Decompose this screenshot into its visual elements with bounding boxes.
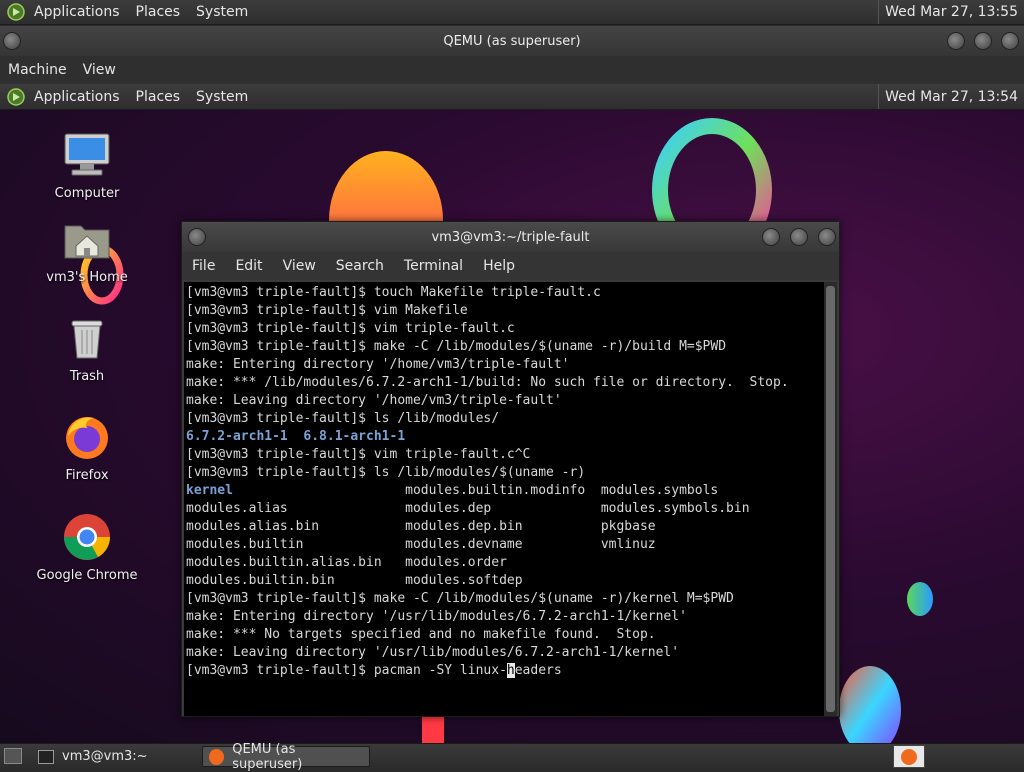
terminal-menu-terminal[interactable]: Terminal [394, 258, 473, 274]
terminal-line: kernel modules.builtin.modinfo modules.s… [186, 483, 719, 498]
terminal-line: [vm3@vm3 triple-fault]$ vim Makefile [186, 303, 468, 318]
desktop-icon-label: vm3's Home [46, 270, 128, 285]
desktop-icon-home[interactable]: vm3's Home [32, 214, 142, 285]
close-button[interactable] [818, 228, 836, 246]
close-button[interactable] [1001, 32, 1019, 50]
desktop-icon-label: Firefox [65, 468, 109, 483]
qemu-menu-machine[interactable]: Machine [0, 62, 75, 78]
taskbar-item-label: QEMU (as superuser) [232, 741, 303, 772]
terminal-line: [vm3@vm3 triple-fault]$ make -C /lib/mod… [186, 339, 727, 354]
terminal-menu-edit[interactable]: Edit [225, 258, 272, 274]
chrome-icon [62, 512, 112, 562]
terminal-line: [vm3@vm3 triple-fault]$ vim triple-fault… [186, 321, 515, 336]
terminal-prompt-line[interactable]: [vm3@vm3 triple-fault]$ pacman -SY linux… [186, 662, 825, 680]
qemu-menubar: Machine View [0, 56, 1024, 84]
terminal-icon [38, 749, 54, 764]
terminal-line: [vm3@vm3 triple-fault]$ touch Makefile t… [186, 285, 601, 300]
host-top-panel: Applications Places System Wed Mar 27, 1… [0, 0, 1024, 25]
terminal-title: vm3@vm3:~/triple-fault [431, 229, 590, 245]
terminal-line: modules.builtin.bin modules.softdep [186, 573, 523, 588]
directory-name: kernel [186, 483, 233, 498]
trash-icon [62, 313, 112, 363]
terminal-menu-view[interactable]: View [273, 258, 326, 274]
terminal-screen[interactable]: [vm3@vm3 triple-fault]$ touch Makefile t… [184, 282, 825, 716]
terminal-menu-search[interactable]: Search [326, 258, 394, 274]
computer-icon [62, 130, 112, 180]
qemu-menu-view[interactable]: View [75, 62, 124, 78]
qemu-icon [209, 748, 225, 765]
terminal-line: make: Leaving directory '/usr/lib/module… [186, 645, 680, 660]
terminal-line: 6.7.2-arch1-1 6.8.1-arch1-1 [186, 429, 406, 444]
qemu-titlebar[interactable]: QEMU (as superuser) [0, 26, 1024, 56]
taskbar-item-qemu[interactable]: QEMU (as superuser) [202, 742, 370, 772]
desktop-icon-computer[interactable]: Computer [32, 130, 142, 201]
guest-top-panel: Applications Places System Wed Mar 27, 1… [0, 84, 1024, 110]
minimize-button[interactable] [762, 228, 780, 246]
maximize-button[interactable] [974, 32, 992, 50]
guest-menu-system[interactable]: System [188, 89, 256, 105]
terminal-menubar: File Edit View Search Terminal Help [182, 252, 839, 280]
prompt-text: [vm3@vm3 triple-fault]$ pacman -SY linux… [186, 663, 507, 678]
host-menu-places[interactable]: Places [128, 4, 189, 20]
terminal-window[interactable]: vm3@vm3:~/triple-fault File Edit View Se… [181, 221, 840, 717]
terminal-titlebar[interactable]: vm3@vm3:~/triple-fault [182, 222, 839, 252]
gnome-foot-icon[interactable] [6, 87, 26, 107]
desktop-icon-trash[interactable]: Trash [32, 313, 142, 384]
terminal-menu-help[interactable]: Help [473, 258, 525, 274]
terminal-scrollbar[interactable] [824, 282, 837, 716]
show-desktop-icon[interactable] [4, 748, 22, 764]
window-menu-button[interactable] [188, 228, 206, 246]
desktop-icon-chrome[interactable]: Google Chrome [32, 512, 142, 583]
terminal-line: make: Entering directory '/home/vm3/trip… [186, 357, 570, 372]
terminal-line: modules.builtin.alias.bin modules.order [186, 555, 507, 570]
gnome-foot-icon[interactable] [6, 2, 26, 22]
guest-menu-applications[interactable]: Applications [26, 89, 128, 105]
guest-menu-places[interactable]: Places [128, 89, 189, 105]
terminal-line: [vm3@vm3 triple-fault]$ ls /lib/modules/ [186, 411, 500, 426]
desktop-icon-label: Trash [69, 369, 105, 384]
prompt-text-after-cursor: eaders [514, 663, 562, 678]
host-menu-applications[interactable]: Applications [26, 4, 128, 20]
terminal-line: make: Leaving directory '/home/vm3/tripl… [186, 393, 562, 408]
terminal-line: make: *** No targets specified and no ma… [186, 627, 656, 642]
terminal-line: modules.alias.bin modules.dep.bin pkgbas… [186, 519, 656, 534]
taskbar-item-terminal[interactable]: vm3@vm3:~ [32, 746, 197, 767]
terminal-line: make: *** /lib/modules/6.7.2-arch1-1/bui… [186, 375, 789, 390]
guest-clock[interactable]: Wed Mar 27, 13:54 [878, 84, 1024, 109]
maximize-button[interactable] [790, 228, 808, 246]
host-clock[interactable]: Wed Mar 27, 13:55 [878, 0, 1024, 24]
taskbar-item-label: vm3@vm3:~ [62, 749, 148, 764]
terminal-line: [vm3@vm3 triple-fault]$ vim triple-fault… [186, 447, 531, 462]
desktop-icon-label: Google Chrome [36, 568, 138, 583]
text-cursor: h [506, 663, 515, 678]
bottom-taskbar: vm3@vm3:~ QEMU (as superuser) [0, 742, 1024, 772]
qemu-window-title: QEMU (as superuser) [443, 33, 581, 49]
terminal-line: modules.alias modules.dep modules.symbol… [186, 501, 750, 516]
desktop-icon-firefox[interactable]: Firefox [32, 412, 142, 483]
terminal-line: modules.builtin modules.devname vmlinuz [186, 537, 656, 552]
minimize-button[interactable] [947, 32, 965, 50]
firefox-icon [62, 412, 112, 462]
terminal-line: [vm3@vm3 triple-fault]$ ls /lib/modules/… [186, 465, 586, 480]
qemu-icon [901, 748, 917, 765]
desktop-icon-label: Computer [54, 186, 120, 201]
terminal-line: [vm3@vm3 triple-fault]$ make -C /lib/mod… [186, 591, 734, 606]
home-folder-icon [62, 214, 112, 264]
scrollbar-thumb[interactable] [826, 286, 835, 712]
workspace-switcher[interactable] [893, 745, 925, 768]
terminal-menu-file[interactable]: File [182, 258, 225, 274]
terminal-line: make: Entering directory '/usr/lib/modul… [186, 609, 687, 624]
window-menu-button[interactable] [3, 32, 21, 50]
host-menu-system[interactable]: System [188, 4, 256, 20]
